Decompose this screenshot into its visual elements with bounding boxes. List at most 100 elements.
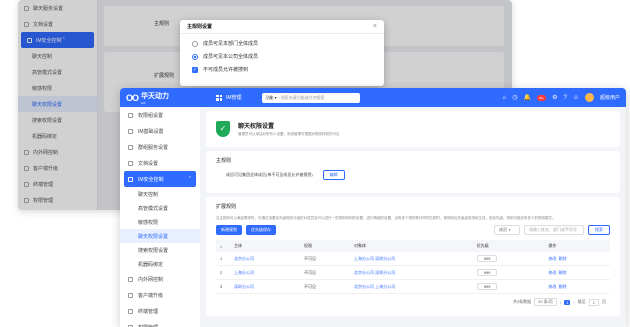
sidebar-item-label: 搜索权限设置 — [138, 247, 169, 254]
avatar[interactable] — [584, 93, 594, 102]
edit-main-rule-button[interactable]: 编辑 — [322, 170, 345, 180]
main-content: ✓ 聊天权限设置 管理员可以添加对所有人设置，系统管理可根据对规则特权的可见 主… — [206, 111, 620, 327]
prev-page-icon[interactable]: ‹ — [560, 300, 561, 305]
main-rule-text: 成员可见集团全体成员(单不可见成员允许被搜到) — [226, 172, 313, 177]
sidebar-item-label: 文档设置 — [138, 160, 159, 167]
sidebar-item-label: 聊天权限设置 — [138, 233, 169, 240]
sidebar-item-9[interactable]: 搜索权限设置 — [120, 243, 200, 257]
priority-cell: 999 — [472, 265, 545, 280]
page-size-select[interactable]: 20 条/页 — [534, 298, 557, 306]
menu-item-icon — [128, 292, 133, 298]
sidebar-item-label: 客户端升级 — [138, 292, 164, 299]
edit-link[interactable]: 修改 — [548, 270, 556, 275]
table-row[interactable]: 1 北京分公司 不可见 上海分公司 深圳分公司 999 修改 删除 — [216, 252, 610, 266]
target-link[interactable]: 北京分公司 深圳分公司 — [349, 265, 473, 280]
notification-badge: 99+ — [537, 94, 547, 101]
apps-grid-icon[interactable] — [216, 94, 222, 101]
permission-cell: 不可见 — [299, 279, 350, 294]
user-name[interactable]: 超级用户 — [600, 94, 620, 101]
sidebar-item-label: 内外网控制 — [138, 276, 164, 283]
filter-type-select[interactable]: 成员 ∨ — [494, 225, 520, 235]
sidebar-item-3[interactable]: 文档设置 — [120, 155, 200, 171]
logo: OO 华天动力 OA — [126, 91, 216, 105]
sidebar-item-13[interactable]: 终端管理 — [120, 303, 200, 319]
new-rule-button[interactable]: 新建规则 — [216, 225, 242, 235]
close-icon[interactable]: × — [373, 23, 377, 30]
menu-item-icon — [128, 160, 133, 166]
subject-link[interactable]: 上海分公司 — [230, 265, 300, 280]
global-search[interactable]: 功能 ▾ 搜索关键功能或任何搜索 — [261, 92, 360, 103]
filter-input[interactable]: 请输入姓名、部门或手机号 — [524, 225, 584, 235]
delete-link[interactable]: 删除 — [559, 256, 567, 261]
radio-icon[interactable] — [192, 53, 198, 60]
modal-option-1[interactable]: 成员可见本公司全体成员 — [180, 50, 384, 63]
target-link[interactable]: 北京分公司 上海分公司 — [349, 279, 473, 294]
sidebar-item-label: 敏感权限 — [138, 219, 159, 226]
extended-rules-section: 扩展规则 当主规则可以满足需求时，可通过设置优先级规则与组织对成员及可以进行一些… — [206, 197, 620, 316]
goto-page-input[interactable]: 1 — [588, 298, 599, 306]
search-input[interactable]: 搜索关键功能或任何搜索 — [281, 95, 325, 101]
top-icons: ⌂ ◷ 🔔 99+ ⚙ ? ☺ 超级用户 — [503, 93, 620, 102]
priority-input[interactable]: 999 — [476, 283, 498, 290]
sidebar-item-label: IM基础设置 — [138, 128, 164, 135]
goto-label: 跳至 — [577, 299, 586, 304]
modal-option-2[interactable]: ✓ 不可成员允许被搜到 — [180, 63, 384, 76]
select-all-checkbox[interactable]: ○ — [216, 240, 230, 252]
actions-cell: 修改 删除 — [544, 265, 610, 280]
edit-link[interactable]: 修改 — [548, 256, 556, 261]
edit-link[interactable]: 修改 — [548, 284, 556, 289]
save-priority-button[interactable]: 优先级保存 — [246, 225, 276, 235]
delete-link[interactable]: 删除 — [559, 270, 567, 275]
settings-icon[interactable]: ⚙ — [552, 94, 557, 101]
sidebar-item-11[interactable]: 内外网控制 — [120, 271, 200, 287]
page-title: 聊天权限设置 — [238, 124, 275, 130]
priority-input[interactable]: 999 — [476, 255, 498, 262]
row-number: 3 — [216, 279, 230, 294]
modal-option-label: 不可成员允许被搜到 — [203, 67, 249, 73]
modal-option-0[interactable]: 成员可见本部门全体成员 — [180, 37, 384, 50]
subject-link[interactable]: 北京分公司 — [230, 252, 300, 266]
current-page[interactable]: 1 — [564, 299, 571, 305]
table-row[interactable]: 2 上海分公司 不可见 北京分公司 深圳分公司 999 修改 删除 — [216, 265, 610, 280]
target-link[interactable]: 上海分公司 深圳分公司 — [349, 252, 473, 266]
sidebar-item-2[interactable]: 群组服务设置 — [120, 139, 200, 155]
sidebar-item-6[interactable]: 高管模式设置 — [120, 201, 200, 215]
sidebar-item-label: 群组服务设置 — [138, 144, 169, 151]
radio-icon[interactable] — [192, 40, 198, 47]
modal-title: 主规则设置 — [187, 24, 213, 30]
home-icon[interactable]: ⌂ — [503, 95, 507, 101]
sidebar-item-5[interactable]: 聊天控制 — [120, 187, 200, 201]
priority-cell: 999 — [472, 252, 545, 266]
table-row[interactable]: 3 深圳分公司 不可见 北京分公司 上海分公司 999 修改 删除 — [216, 279, 610, 294]
sidebar-item-10[interactable]: 机器码绑定 — [120, 257, 200, 271]
help-icon[interactable]: ? — [564, 95, 567, 101]
table-header-row: ○ 主体 权限 对象体 优先级 操作 — [216, 240, 610, 252]
sidebar-item-7[interactable]: 敏感权限 — [120, 215, 200, 229]
next-page-icon[interactable]: › — [573, 300, 574, 305]
notification-icon[interactable]: 🔔 — [524, 94, 531, 101]
priority-cell: 999 — [472, 279, 545, 294]
subject-link[interactable]: 深圳分公司 — [230, 279, 300, 294]
chat-icon[interactable]: ☺ — [573, 95, 579, 101]
total-count: 共3条数据 — [512, 299, 532, 304]
history-icon[interactable]: ◷ — [512, 94, 517, 101]
row-number: 2 — [216, 265, 230, 280]
page-unit-label: 页 — [602, 299, 606, 304]
priority-input[interactable]: 999 — [476, 269, 498, 276]
extended-rules-description: 当主规则可以满足需求时，可通过设置优先级规则与组织对成员及可以进行一些规则特别的… — [216, 216, 556, 220]
delete-link[interactable]: 删除 — [559, 284, 567, 289]
sidebar-item-1[interactable]: IM基础设置 — [120, 123, 200, 139]
sidebar-item-label: 权限管理 — [138, 324, 158, 327]
sidebar-item-label: IM安全控制 — [138, 176, 164, 183]
sidebar-item-8[interactable]: 聊天权限设置 — [120, 229, 200, 243]
sidebar-item-0[interactable]: 权限组设置 — [120, 107, 200, 123]
sidebar-item-14[interactable]: 权限管理 — [120, 319, 200, 327]
menu-item-icon — [128, 144, 133, 150]
checkbox-icon[interactable]: ✓ — [192, 66, 198, 73]
sidebar-item-4[interactable]: IM安全控制 ⌃ — [124, 171, 196, 187]
main-window: OO 华天动力 OA IM管理 功能 ▾ 搜索关键功能或任何搜索 ⌂ ◷ 🔔 9… — [120, 88, 626, 327]
search-scope-select[interactable]: 功能 ▾ — [266, 95, 277, 101]
search-button[interactable]: 搜索 — [588, 225, 610, 235]
row-number: 1 — [216, 252, 230, 266]
sidebar-item-12[interactable]: 客户端升级 — [120, 287, 200, 303]
